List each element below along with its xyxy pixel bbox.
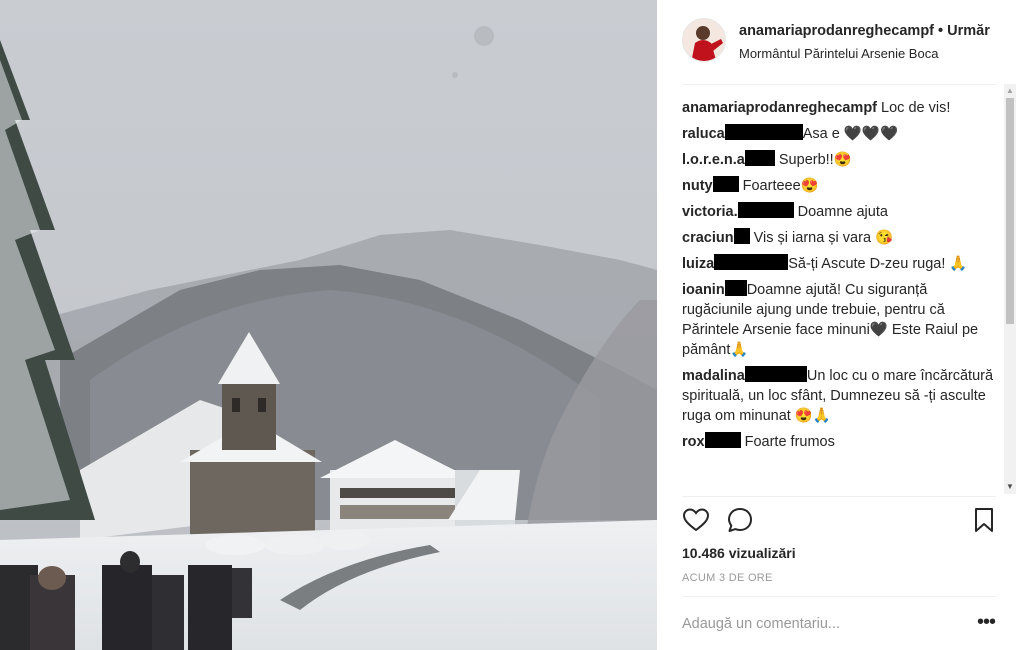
comment-text: Superb!!😍 [774,152,852,168]
comment-text: Loc de vis! [877,100,951,116]
comment-username[interactable]: l.o.r.e.n.a [682,152,745,168]
redaction-box [733,228,750,244]
list-item: ioanin Doamne ajută! Cu siguranță rugăciu… [682,280,1000,360]
comments-list: anamariaprodanreghecampf Loc de vis! ral… [682,98,1000,496]
post-location[interactable]: Mormântul Părintelui Arsenie Boca [739,46,938,61]
comment-username[interactable]: victoria. [682,204,738,220]
list-item: victoria. Doamne ajuta [682,202,1000,222]
comment-username[interactable]: raluca [682,126,725,142]
comment-username[interactable]: anamariaprodanreghecampf [682,100,877,116]
redaction-box [744,366,807,382]
comment-username[interactable]: ioanin [682,282,725,298]
more-options-icon[interactable]: ••• [977,612,996,632]
scrollbar-thumb[interactable] [1006,98,1014,324]
comments-scrollbar[interactable]: ▲ ▼ [1004,84,1016,494]
comment-text: Foarteee😍 [738,178,819,194]
follow-button[interactable]: • Urmăr [938,23,990,39]
add-comment-input[interactable] [682,612,962,636]
profile-photo [683,19,725,61]
post-username[interactable]: anamariaprodanreghecampf • Urmăr [739,23,990,39]
comment-username[interactable]: craciun [682,230,734,246]
header-divider [682,84,996,85]
composer-divider [682,596,996,597]
comment-text: Asa e 🖤🖤🖤 [802,126,899,142]
view-count[interactable]: 10.486 vizualizări [682,545,796,561]
redaction-box [712,176,739,192]
username-text[interactable]: anamariaprodanreghecampf [739,23,934,39]
comment-text: Să-ți Ascute D-zeu ruga! 🙏 [788,256,968,272]
action-bar [682,506,998,536]
scroll-up-arrow-icon[interactable]: ▲ [1004,86,1016,96]
redaction-box [724,124,803,140]
comment-text: Foarte frumos [740,434,835,450]
snowy-monastery-scene [0,0,657,650]
comment-text: Doamne ajuta [793,204,888,220]
post-header: anamariaprodanreghecampf • Urmăr Mormânt… [657,0,1017,84]
actions-divider [682,496,996,497]
list-item: raluca Asa e 🖤🖤🖤 [682,124,1000,144]
avatar[interactable] [682,18,726,62]
redaction-box [704,432,741,448]
post-details-panel: anamariaprodanreghecampf • Urmăr Mormânt… [657,0,1017,650]
post-video[interactable] [0,0,657,650]
list-item: rox Foarte frumos [682,432,1000,452]
list-item: madalina Un loc cu o mare încărcătură spi… [682,366,1000,426]
bookmark-icon[interactable] [970,506,998,534]
post-viewer: anamariaprodanreghecampf • Urmăr Mormânt… [0,0,1017,650]
redaction-box [724,280,747,296]
comment-text: Vis și iarna și vara 😘 [749,230,894,246]
scroll-down-arrow-icon[interactable]: ▼ [1004,482,1016,492]
comment-username[interactable]: rox [682,434,705,450]
heart-icon[interactable] [682,506,710,534]
redaction-box [737,202,794,218]
comment-username[interactable]: luiza [682,256,714,272]
list-item: l.o.r.e.n.a Superb!!😍 [682,150,1000,170]
caption: anamariaprodanreghecampf Loc de vis! [682,98,1000,118]
list-item: nuty Foarteee😍 [682,176,1000,196]
redaction-box [744,150,775,166]
redaction-box [714,254,789,270]
comment-icon[interactable] [726,506,754,534]
comment-username[interactable]: madalina [682,368,745,384]
list-item: luiza Să-ți Ascute D-zeu ruga! 🙏 [682,254,1000,274]
list-item: craciun Vis și iarna și vara 😘 [682,228,1000,248]
post-timestamp[interactable]: ACUM 3 DE ORE [682,572,773,584]
comment-username[interactable]: nuty [682,178,713,194]
